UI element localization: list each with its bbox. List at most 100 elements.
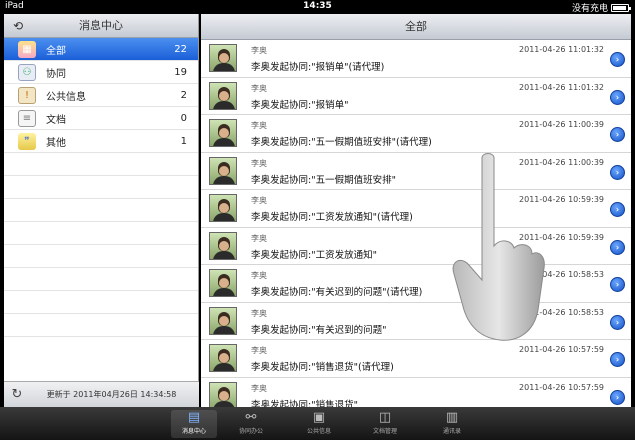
disclosure-arrow-icon[interactable]: › xyxy=(610,277,625,292)
message-sender: 李奥 xyxy=(251,308,267,318)
all-messages-icon: ▦ xyxy=(18,40,36,58)
folder-label: 文档 xyxy=(46,114,66,126)
message-row[interactable]: 李奥 2011-04-26 10:58:53 李奥发起协同:"有关迟到的问题" › xyxy=(201,303,631,340)
message-time: 2011-04-26 10:57:59 xyxy=(519,382,604,392)
folder-item-other[interactable]: ❞ 其他 1 xyxy=(4,130,198,153)
message-row[interactable]: 李奥 2011-04-26 11:00:39 李奥发起协同:"五一假期值班安排" › xyxy=(201,153,631,190)
message-subject: 李奥发起协同:"工资发放通知" xyxy=(251,249,377,261)
folder-count: 2 xyxy=(180,89,187,101)
document-icon: ≡ xyxy=(18,109,36,127)
avatar xyxy=(209,81,237,110)
tab-documents[interactable]: ◫ 文档管理 xyxy=(362,410,408,438)
disclosure-arrow-icon[interactable]: › xyxy=(610,314,625,330)
message-subject: 李奥发起协同:"工资发放通知"(请代理) xyxy=(251,212,413,223)
tab-label: 消息中心 xyxy=(181,428,206,435)
message-sender: 李奥 xyxy=(251,196,267,205)
tab-contacts[interactable]: ▥ 通讯录 xyxy=(429,410,475,438)
disclosure-arrow-icon[interactable]: › xyxy=(610,164,625,180)
tab-bar: ▤ 消息中心 ⚯ 协同办公 ▣ 公共信息 ◫ 文档管理 ▥ 通讯录 xyxy=(0,407,635,440)
message-row[interactable]: 李奥 2011-04-26 11:00:39 李奥发起协同:"五一假期值班安排"(请… xyxy=(201,115,631,153)
tab-label: 文档管理 xyxy=(372,428,397,435)
disclosure-arrow-icon[interactable]: › xyxy=(610,352,625,367)
chat-bubble-icon: ❞ xyxy=(18,132,36,150)
battery-status: 没有充电 xyxy=(571,1,631,14)
message-row[interactable]: 李奥 2011-04-26 11:01:32 李奥发起协同:"报销单"(请代理) › xyxy=(201,40,631,78)
empty-row xyxy=(4,291,198,314)
back-icon[interactable]: ⟲ xyxy=(10,18,26,34)
message-sender: 李奥 xyxy=(251,271,267,280)
update-footer: ↻ 更新于 2011年04月26日 14:34:58 xyxy=(4,381,199,407)
folder-item-collaboration[interactable]: ⚇ 协同 19 xyxy=(4,61,198,84)
message-sender: 李奥 xyxy=(251,233,267,243)
disclosure-arrow-icon[interactable]: › xyxy=(610,389,625,405)
folder-count: 1 xyxy=(180,135,187,147)
folder-pane: ⟲ 消息中心 ▦ 全部 22 ⚇ 协同 19 ! 公共信息 2 ≡ 文档 0 ❞… xyxy=(4,14,199,407)
public-info-icon: ! xyxy=(18,86,36,104)
battery-icon xyxy=(611,3,631,12)
avatar xyxy=(209,269,237,297)
empty-row xyxy=(4,245,198,268)
folder-item-documents[interactable]: ≡ 文档 0 xyxy=(4,107,198,130)
message-sender: 李奥 xyxy=(251,83,267,93)
message-time: 2011-04-26 11:01:32 xyxy=(519,82,604,92)
message-sender: 李奥 xyxy=(251,158,267,168)
tab-label: 协同办公 xyxy=(238,428,263,435)
folder-label: 其他 xyxy=(46,137,66,149)
message-subject: 李奥发起协同:"销售退货"(请代理) xyxy=(251,362,394,373)
message-time: 2011-04-26 10:57:59 xyxy=(519,345,604,354)
message-row[interactable]: 李奥 2011-04-26 11:01:32 李奥发起协同:"报销单" › xyxy=(201,78,631,115)
message-subject: 李奥发起协同:"销售退货" xyxy=(251,399,358,408)
last-updated: 更新于 2011年04月26日 14:34:58 xyxy=(46,390,177,399)
avatar xyxy=(209,306,237,335)
message-sender: 李奥 xyxy=(251,46,267,55)
folder-label: 协同 xyxy=(46,68,66,80)
charging-label: 没有充电 xyxy=(571,4,608,14)
disclosure-arrow-icon[interactable]: › xyxy=(610,127,625,142)
disclosure-arrow-icon[interactable]: › xyxy=(610,52,625,67)
folder-nav-bar: ⟲ 消息中心 xyxy=(4,14,198,38)
folder-label: 全部 xyxy=(46,45,66,57)
message-row[interactable]: 李奥 2011-04-26 10:59:39 李奥发起协同:"工资发放通知" › xyxy=(201,228,631,265)
message-sender: 李奥 xyxy=(251,121,267,130)
message-list-title: 全部 xyxy=(201,14,631,40)
empty-row xyxy=(4,153,198,176)
refresh-icon[interactable]: ↻ xyxy=(4,387,30,402)
message-row[interactable]: 李奥 2011-04-26 10:58:53 李奥发起协同:"有关迟到的问题"(请代… xyxy=(201,265,631,303)
message-row[interactable]: 李奥 2011-04-26 10:59:39 李奥发起协同:"工资发放通知"(请代理… xyxy=(201,190,631,228)
disclosure-arrow-icon[interactable]: › xyxy=(610,202,625,217)
workflow-icon: ⚯ xyxy=(245,410,257,425)
tab-collaboration[interactable]: ⚯ 协同办公 xyxy=(228,410,274,438)
folder-item-public-info[interactable]: ! 公共信息 2 xyxy=(4,84,198,107)
message-time: 2011-04-26 11:00:39 xyxy=(519,157,604,167)
empty-row xyxy=(4,199,198,222)
message-row[interactable]: 李奥 2011-04-26 10:57:59 李奥发起协同:"销售退货" › xyxy=(201,378,631,408)
avatar xyxy=(209,194,237,222)
avatar xyxy=(209,344,237,372)
empty-row xyxy=(4,314,198,337)
empty-row xyxy=(4,222,198,245)
document-manage-icon: ◫ xyxy=(378,410,392,425)
message-subject: 李奥发起协同:"五一假期值班安排"(请代理) xyxy=(251,137,432,148)
message-time: 2011-04-26 10:59:39 xyxy=(519,232,604,242)
bulletin-icon: ▣ xyxy=(312,410,326,425)
message-subject: 李奥发起协同:"报销单" xyxy=(251,99,349,111)
message-list-pane: 全部 李奥 2011-04-26 11:01:32 李奥发起协同:"报销单"(请代理… xyxy=(201,14,631,407)
avatar xyxy=(209,381,237,407)
message-row[interactable]: 李奥 2011-04-26 10:57:59 李奥发起协同:"销售退货"(请代理) › xyxy=(201,340,631,378)
tab-public-info[interactable]: ▣ 公共信息 xyxy=(296,410,342,438)
folder-item-all[interactable]: ▦ 全部 22 xyxy=(4,38,198,61)
contacts-icon: ▥ xyxy=(445,410,459,425)
message-subject: 李奥发起协同:"有关迟到的问题"(请代理) xyxy=(251,287,423,298)
status-bar: iPad 14:35 没有充电 xyxy=(0,0,635,14)
disclosure-arrow-icon[interactable]: › xyxy=(610,239,625,255)
message-time: 2011-04-26 10:58:53 xyxy=(519,307,604,317)
tab-label: 公共信息 xyxy=(306,428,331,435)
message-time: 2011-04-26 10:59:39 xyxy=(519,195,604,204)
folder-label: 公共信息 xyxy=(46,91,86,103)
collaboration-icon: ⚇ xyxy=(18,63,36,81)
empty-row xyxy=(4,176,198,199)
message-sender: 李奥 xyxy=(251,383,267,393)
disclosure-arrow-icon[interactable]: › xyxy=(610,89,625,105)
folder-count: 19 xyxy=(174,66,187,78)
tab-message-center[interactable]: ▤ 消息中心 xyxy=(171,410,217,438)
